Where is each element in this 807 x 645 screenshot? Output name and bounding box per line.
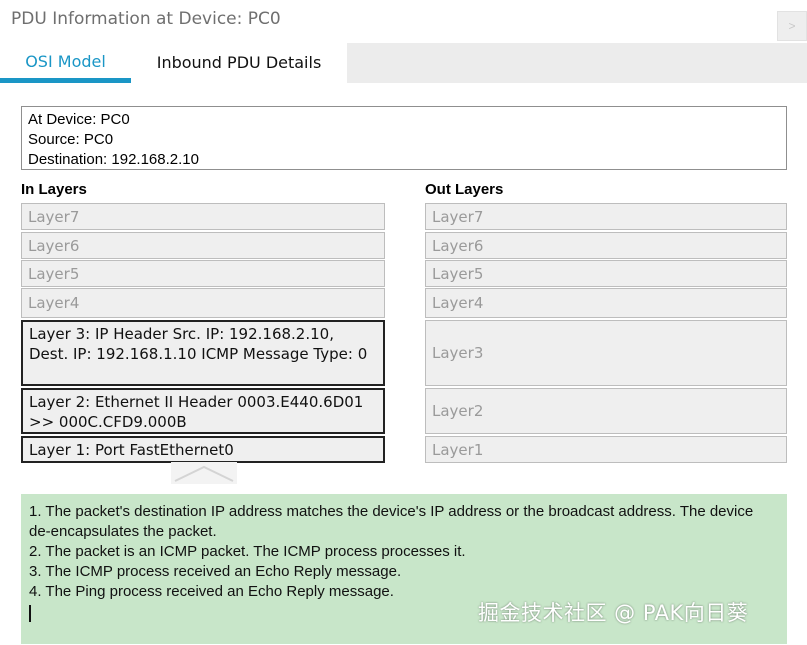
close-button[interactable]: > — [777, 11, 807, 41]
tab-bar-filler — [347, 43, 807, 83]
out-layers-heading: Out Layers — [425, 181, 504, 198]
in-layers-heading: In Layers — [21, 181, 87, 198]
watermark: 掘金技术社区 @ PAK向日葵 — [478, 601, 749, 625]
in-layer-3[interactable]: Layer 3: IP Header Src. IP: 192.168.2.10… — [21, 320, 385, 386]
out-layer-3[interactable]: Layer3 — [425, 320, 787, 386]
tab-inbound-pdu-details[interactable]: Inbound PDU Details — [131, 43, 347, 83]
window-title: PDU Information at Device: PC0 — [11, 9, 281, 29]
in-layer-1[interactable]: Layer 1: Port FastEthernet0 — [21, 436, 385, 463]
device-info-box: At Device: PC0 Source: PC0 Destination: … — [21, 106, 787, 170]
in-layer-4[interactable]: Layer4 — [21, 288, 385, 318]
out-layer-4[interactable]: Layer4 — [425, 288, 787, 318]
out-layer-6[interactable]: Layer6 — [425, 232, 787, 259]
in-layer-6[interactable]: Layer6 — [21, 232, 385, 259]
out-layer-1[interactable]: Layer1 — [425, 436, 787, 463]
out-layer-2[interactable]: Layer2 — [425, 388, 787, 434]
out-layer-7[interactable]: Layer7 — [425, 203, 787, 230]
up-arrow-icon — [171, 462, 237, 484]
in-layer-2[interactable]: Layer 2: Ethernet II Header 0003.E440.6D… — [21, 388, 385, 434]
tab-bar: OSI Model Inbound PDU Details — [0, 43, 807, 83]
description-line: 3. The ICMP process received an Echo Rep… — [29, 563, 402, 580]
out-layer-5[interactable]: Layer5 — [425, 260, 787, 287]
text-caret — [29, 604, 31, 622]
destination-text: Destination: 192.168.2.10 — [28, 151, 199, 168]
description-line: 2. The packet is an ICMP packet. The ICM… — [29, 543, 466, 560]
source-text: Source: PC0 — [28, 131, 114, 148]
at-device-text: At Device: PC0 — [28, 111, 130, 128]
tab-osi-model[interactable]: OSI Model — [0, 43, 131, 83]
description-line: 1. The packet's destination IP address m… — [29, 503, 754, 540]
in-layer-7[interactable]: Layer7 — [21, 203, 385, 230]
in-layer-5[interactable]: Layer5 — [21, 260, 385, 287]
